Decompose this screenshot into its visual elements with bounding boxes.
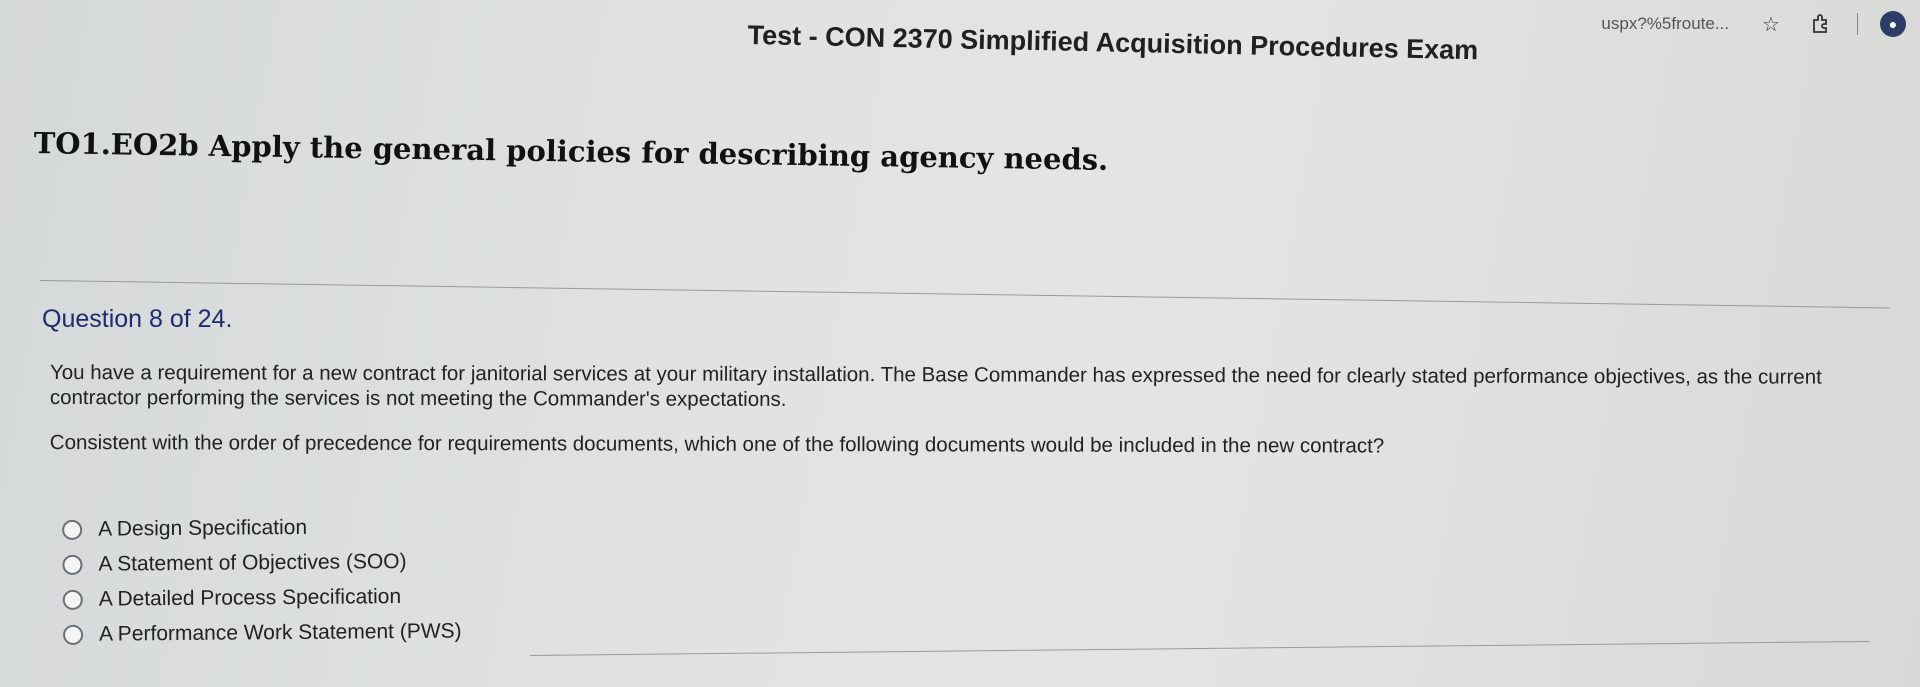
question-body: You have a requirement for a new contrac…	[50, 360, 1870, 480]
url-fragment[interactable]: uspx?%5froute...	[1601, 14, 1729, 34]
question-scenario: You have a requirement for a new contrac…	[49, 361, 1822, 411]
radio-button[interactable]	[62, 624, 84, 645]
radio-button[interactable]	[62, 519, 83, 540]
answer-option-4[interactable]: A Performance Work Statement (PWS)	[62, 614, 462, 652]
answer-option-1[interactable]: A Design Specification	[62, 509, 461, 547]
answer-option-2[interactable]: A Statement of Objectives (SOO)	[62, 544, 461, 582]
option-label[interactable]: A Performance Work Statement (PWS)	[99, 619, 462, 646]
objective-heading: TO1.EO2b Apply the general policies for …	[33, 126, 1109, 177]
answer-option-3[interactable]: A Detailed Process Specification	[62, 579, 462, 617]
question-prompt: Consistent with the order of precedence …	[49, 430, 1385, 458]
toolbar-divider	[1857, 13, 1858, 35]
star-icon[interactable]: ☆	[1757, 10, 1785, 38]
browser-toolbar: uspx?%5froute... ☆ ●	[1590, 0, 1920, 48]
bottom-divider	[530, 640, 1870, 656]
profile-icon[interactable]: ●	[1880, 11, 1906, 37]
option-label[interactable]: A Detailed Process Specification	[99, 585, 402, 612]
question-number: Question 8 of 24.	[42, 305, 233, 333]
answer-options: A Design Specification A Statement of Ob…	[62, 509, 462, 652]
exam-title: Test - CON 2370 Simplified Acquisition P…	[747, 20, 1479, 66]
radio-button[interactable]	[62, 589, 83, 610]
option-label[interactable]: A Statement of Objectives (SOO)	[98, 549, 406, 576]
radio-button[interactable]	[62, 554, 83, 575]
extension-icon[interactable]	[1807, 10, 1835, 38]
option-label[interactable]: A Design Specification	[98, 515, 307, 541]
section-divider	[39, 280, 1890, 309]
